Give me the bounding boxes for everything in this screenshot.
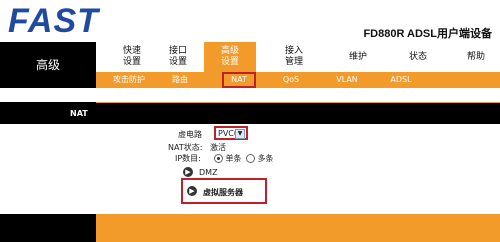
tab-access-management[interactable]: 接入 管理 (272, 42, 316, 72)
nav-tabs: 快速 设置 接口 设置 高级 设置 接入 管理 维护 状态 帮助 (96, 42, 500, 72)
ip-single-option[interactable]: 单条 (214, 153, 242, 164)
tab-advanced-setup-line2: 设置 (220, 57, 239, 67)
nav-section-title: 高级 (0, 42, 96, 88)
tab-help[interactable]: 帮助 (456, 42, 496, 72)
dmz-link[interactable]: DMZ (199, 168, 218, 177)
ip-single-label: 单条 (225, 154, 242, 163)
tab-quick-setup[interactable]: 快速 设置 (110, 42, 154, 72)
radio-icon[interactable] (246, 154, 255, 163)
tab-quick-setup-line1: 快速 (122, 46, 141, 56)
section-title: NAT (70, 109, 88, 118)
subtab-qos[interactable]: QoS (276, 74, 306, 86)
tab-status[interactable]: 状态 (398, 42, 438, 72)
subtab-routing[interactable]: 路由 (162, 74, 198, 86)
tab-interface-setup-line2: 设置 (168, 57, 187, 67)
subtab-adsl[interactable]: ADSL (386, 74, 416, 86)
main-nav: 高级 快速 设置 接口 设置 高级 设置 接入 管理 维护 状态 帮助 (0, 42, 500, 88)
nat-status-label: NAT状态: (168, 143, 203, 152)
device-model: FD880R ADSL用户端设备 (363, 28, 492, 40)
section-divider (96, 102, 500, 103)
footer-bar (96, 214, 500, 242)
nat-status-value: 激活 (210, 143, 226, 152)
tab-access-management-line1: 接入 (284, 46, 303, 56)
footer-left (0, 214, 96, 242)
tab-interface-setup-line1: 接口 (168, 46, 187, 56)
vc-label: 虚电路 (178, 130, 202, 139)
sub-nav: 攻击防护 路由 NAT QoS VLAN ADSL (96, 72, 500, 88)
subtab-attack-protection[interactable]: 攻击防护 (106, 74, 152, 86)
vc-select[interactable]: PVC0 ▼ (214, 126, 248, 140)
virtual-server-link[interactable]: 虚拟服务器 (203, 187, 243, 198)
tab-maintenance[interactable]: 维护 (338, 42, 378, 72)
tab-advanced-setup[interactable]: 高级 设置 (204, 42, 256, 72)
header: FAST FD880R ADSL用户端设备 (0, 0, 500, 40)
subtab-vlan[interactable]: VLAN (332, 74, 362, 86)
ip-count-label: IP数目: (175, 154, 201, 163)
arrow-right-icon[interactable]: ▶ (187, 186, 197, 196)
tab-access-management-line2: 管理 (284, 57, 303, 67)
fast-logo: FAST (8, 2, 99, 40)
subtab-nat[interactable]: NAT (222, 72, 256, 88)
ip-multi-option[interactable]: 多条 (246, 153, 274, 164)
tab-interface-setup[interactable]: 接口 设置 (156, 42, 200, 72)
arrow-right-icon[interactable]: ▶ (183, 167, 193, 177)
chevron-down-icon[interactable]: ▼ (235, 129, 245, 139)
section-bar: NAT (0, 102, 500, 124)
ip-multi-label: 多条 (257, 154, 274, 163)
tab-advanced-setup-line1: 高级 (220, 46, 239, 56)
tab-quick-setup-line2: 设置 (122, 57, 141, 67)
radio-selected-icon[interactable] (214, 154, 223, 163)
